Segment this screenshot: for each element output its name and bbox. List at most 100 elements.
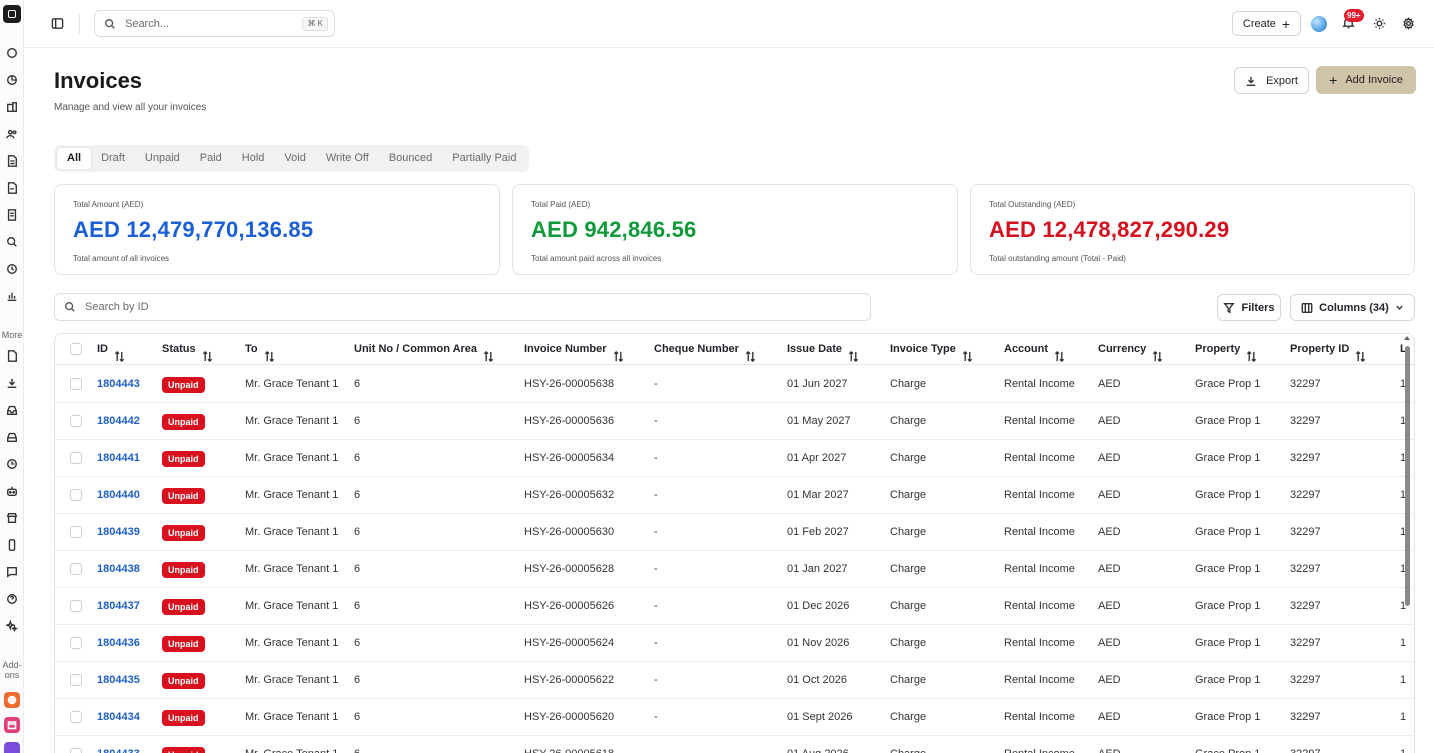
table-scrollbar[interactable]: [1405, 346, 1410, 606]
row-checkbox[interactable]: [70, 674, 82, 686]
issue-date-cell: 01 Jun 2027: [787, 378, 848, 390]
inbox-icon[interactable]: [5, 403, 19, 417]
gear-icon[interactable]: [1402, 17, 1416, 31]
table-row[interactable]: Unpaid 1804439 Mr. Grace Tenant 1 6 HSY-26-0…: [55, 514, 1414, 551]
row-checkbox[interactable]: [70, 526, 82, 538]
tab-unpaid[interactable]: Unpaid: [135, 148, 190, 169]
table-row[interactable]: Unpaid 1804435 Mr. Grace Tenant 1 6 HSY-26-0…: [55, 662, 1414, 699]
column-header-property-id[interactable]: Property ID: [1290, 334, 1366, 365]
row-checkbox[interactable]: [70, 600, 82, 612]
tab-draft[interactable]: Draft: [91, 148, 135, 169]
columns-button[interactable]: Columns (34): [1290, 294, 1415, 321]
clock-icon[interactable]: [5, 262, 19, 276]
invoice-type-cell: Charge: [890, 637, 927, 649]
column-header-id[interactable]: ID: [97, 334, 125, 365]
row-checkbox[interactable]: [70, 748, 82, 753]
table-row[interactable]: Unpaid 1804442 Mr. Grace Tenant 1 6 HSY-26-0…: [55, 403, 1414, 440]
invoice-id-link[interactable]: 1804437: [97, 588, 140, 625]
unit-cell: 6: [354, 526, 361, 538]
column-header-to[interactable]: To: [245, 334, 275, 365]
bar-chart-icon[interactable]: [5, 289, 19, 303]
calendar-addon-icon[interactable]: [4, 717, 20, 733]
column-header-currency[interactable]: Currency: [1098, 334, 1163, 365]
sun-icon[interactable]: [1373, 17, 1387, 31]
file-icon[interactable]: [5, 181, 19, 195]
app-addon-icon[interactable]: [4, 742, 20, 753]
tab-partially-paid[interactable]: Partially Paid: [442, 148, 526, 169]
mobile-icon[interactable]: [5, 538, 19, 552]
row-checkbox[interactable]: [70, 378, 82, 390]
column-header-invoice-number[interactable]: Invoice Number: [524, 334, 624, 365]
tab-paid[interactable]: Paid: [190, 148, 232, 169]
export-button[interactable]: Export: [1234, 67, 1309, 94]
table-row[interactable]: Unpaid 1804440 Mr. Grace Tenant 1 6 HSY-26-0…: [55, 477, 1414, 514]
history-icon[interactable]: [5, 457, 19, 471]
row-checkbox[interactable]: [70, 637, 82, 649]
sparkles-icon[interactable]: [5, 619, 19, 633]
row-checkbox[interactable]: [70, 711, 82, 723]
page-icon[interactable]: [5, 349, 19, 363]
column-header-account[interactable]: Account: [1004, 334, 1065, 365]
tray-icon[interactable]: [5, 430, 19, 444]
tab-hold[interactable]: Hold: [232, 148, 275, 169]
create-button[interactable]: Create +: [1232, 11, 1301, 36]
invoice-id-link[interactable]: 1804438: [97, 551, 140, 588]
invoice-id-link[interactable]: 1804442: [97, 403, 140, 440]
table-row[interactable]: Unpaid 1804437 Mr. Grace Tenant 1 6 HSY-26-0…: [55, 588, 1414, 625]
global-search-input[interactable]: Search... ⌘ K: [94, 10, 335, 37]
table-row[interactable]: Unpaid 1804436 Mr. Grace Tenant 1 6 HSY-26-0…: [55, 625, 1414, 662]
pie-chart-icon[interactable]: [5, 73, 19, 87]
invoice-id-link[interactable]: 1804436: [97, 625, 140, 662]
row-checkbox[interactable]: [70, 489, 82, 501]
app-logo-icon[interactable]: [3, 5, 21, 23]
download-icon[interactable]: [5, 376, 19, 390]
search-icon[interactable]: [5, 235, 19, 249]
column-header-status[interactable]: Status: [162, 334, 213, 365]
id-search-input[interactable]: Search by ID: [54, 293, 871, 321]
store-icon[interactable]: [5, 511, 19, 525]
invoice-id-link[interactable]: 1804443: [97, 366, 140, 403]
row-checkbox[interactable]: [70, 415, 82, 427]
invoice-id-link[interactable]: 1804440: [97, 477, 140, 514]
users-icon[interactable]: [5, 127, 19, 141]
add-invoice-button[interactable]: + Add Invoice: [1316, 66, 1416, 94]
avatar[interactable]: [1311, 16, 1327, 32]
globe-addon-icon[interactable]: [4, 692, 20, 708]
building-icon[interactable]: [5, 100, 19, 114]
tab-all[interactable]: All: [57, 148, 92, 169]
column-header-property[interactable]: Property: [1195, 334, 1257, 365]
invoice-id-link[interactable]: 1804441: [97, 440, 140, 477]
column-header-unit[interactable]: Unit No / Common Area: [354, 334, 494, 365]
account-cell: Rental Income: [1004, 674, 1075, 686]
table-row[interactable]: Unpaid 1804438 Mr. Grace Tenant 1 6 HSY-26-0…: [55, 551, 1414, 588]
scroll-up-arrow-icon[interactable]: [1404, 336, 1410, 340]
row-checkbox[interactable]: [70, 452, 82, 464]
chat-icon[interactable]: [5, 565, 19, 579]
column-header-invoice-type[interactable]: Invoice Type: [890, 334, 973, 365]
table-row[interactable]: Unpaid 1804434 Mr. Grace Tenant 1 6 HSY-26-0…: [55, 699, 1414, 736]
row-checkbox[interactable]: [70, 563, 82, 575]
table-row[interactable]: Unpaid 1804443 Mr. Grace Tenant 1 6 HSY-26-0…: [55, 366, 1414, 403]
invoice-id-link[interactable]: 1804439: [97, 514, 140, 551]
sort-icon: [1355, 344, 1366, 363]
tab-bounced[interactable]: Bounced: [379, 148, 442, 169]
document-icon[interactable]: [5, 154, 19, 168]
invoice-id-link[interactable]: 1804433: [97, 736, 140, 753]
filters-button[interactable]: Filters: [1217, 294, 1281, 321]
select-all-checkbox[interactable]: [70, 343, 82, 355]
tab-write-off[interactable]: Write Off: [316, 148, 379, 169]
sidebar-toggle-icon[interactable]: [51, 17, 65, 31]
invoice-id-link[interactable]: 1804434: [97, 699, 140, 736]
tab-void[interactable]: Void: [274, 148, 315, 169]
table-row[interactable]: Unpaid 1804441 Mr. Grace Tenant 1 6 HSY-26-0…: [55, 440, 1414, 477]
plus-icon: +: [1329, 72, 1338, 88]
status-badge: Unpaid: [162, 414, 205, 430]
table-row[interactable]: Unpaid 1804433 Mr. Grace Tenant 1 6 HSY-26-0…: [55, 736, 1414, 753]
invoice-id-link[interactable]: 1804435: [97, 662, 140, 699]
column-header-issue-date[interactable]: Issue Date: [787, 334, 859, 365]
robot-icon[interactable]: [5, 484, 19, 498]
column-header-cheque-number[interactable]: Cheque Number: [654, 334, 756, 365]
circle-icon[interactable]: [5, 46, 19, 60]
help-icon[interactable]: [5, 592, 19, 606]
receipt-icon[interactable]: [5, 208, 19, 222]
